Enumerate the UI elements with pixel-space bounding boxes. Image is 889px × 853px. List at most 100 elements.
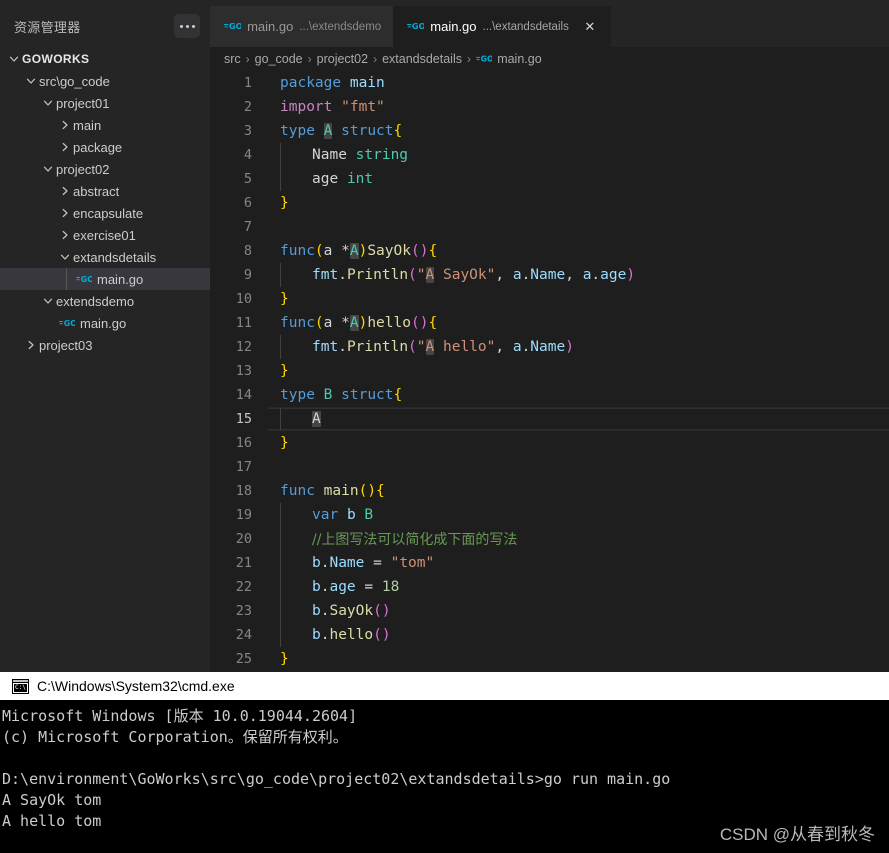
- code-token: (: [408, 339, 417, 355]
- tree-item-exercise01[interactable]: exercise01: [0, 224, 210, 246]
- svg-text:GO: GO: [80, 275, 92, 284]
- code-line[interactable]: 6}: [210, 191, 889, 215]
- code-tokens: func(a *A)hello(){: [280, 315, 437, 331]
- vscode-window: 资源管理器 GOWORKS src\go_code project01 main pac…: [0, 0, 889, 853]
- line-number: 15: [235, 411, 252, 427]
- chevron-right-icon[interactable]: [57, 117, 73, 133]
- code-line[interactable]: 20 //上图写法可以简化成下面的写法: [210, 527, 889, 551]
- chevron-right-icon[interactable]: [40, 293, 56, 309]
- tree-item-abstract[interactable]: abstract: [0, 180, 210, 202]
- code-line-content: }: [268, 647, 889, 671]
- code-line[interactable]: 14 type B struct{: [210, 383, 889, 407]
- tree-item-project03[interactable]: project03: [0, 334, 210, 356]
- code-line[interactable]: 24 b.hello(): [210, 623, 889, 647]
- tree-item-main-go[interactable]: GO main.go: [0, 268, 210, 290]
- code-line-content: [268, 215, 889, 239]
- tree-item-src-go_code[interactable]: src\go_code: [0, 70, 210, 92]
- tab-file-name: main.go: [247, 19, 294, 34]
- code-line[interactable]: 21 b.Name = "tom": [210, 551, 889, 575]
- explorer-more-actions-button[interactable]: [174, 14, 200, 38]
- code-token: struct: [341, 387, 394, 403]
- chevron-right-icon[interactable]: [57, 227, 73, 243]
- tree-item-project01[interactable]: project01: [0, 92, 210, 114]
- code-line[interactable]: 23 b.SayOk(): [210, 599, 889, 623]
- close-icon[interactable]: ✕: [581, 18, 599, 36]
- code-line-content: fmt.Println("A hello", a.Name): [268, 335, 889, 359]
- code-token: .: [521, 267, 531, 283]
- code-line[interactable]: 2 import "fmt": [210, 95, 889, 119]
- tree-item-goworks[interactable]: GOWORKS: [0, 48, 210, 70]
- breadcrumb-item[interactable]: project02: [317, 52, 368, 66]
- code-line[interactable]: 16}: [210, 431, 889, 455]
- dot-icon: [185, 24, 189, 28]
- code-token: Name: [329, 555, 365, 571]
- code-line[interactable]: 25}: [210, 647, 889, 671]
- code-token: A: [349, 315, 359, 331]
- tree-item-label: main.go: [80, 315, 127, 331]
- breadcrumb-item-label: project02: [316, 52, 369, 66]
- tree-item-extandsdetails[interactable]: extandsdetails: [0, 246, 210, 268]
- line-number: 24: [235, 627, 252, 643]
- code-line[interactable]: 11 func(a *A)hello(){: [210, 311, 889, 335]
- chevron-right-icon[interactable]: [40, 161, 56, 177]
- chevron-right-icon[interactable]: [57, 249, 73, 265]
- breadcrumb-item[interactable]: go_code: [255, 52, 303, 66]
- code-token: ): [381, 627, 391, 643]
- chevron-right-icon[interactable]: [23, 73, 39, 89]
- code-line[interactable]: 22 b.age = 18: [210, 575, 889, 599]
- code-token: b: [312, 603, 321, 619]
- breadcrumb-item[interactable]: GO main.go: [476, 52, 542, 66]
- code-line[interactable]: 18 func main(){: [210, 479, 889, 503]
- code-line[interactable]: 17: [210, 455, 889, 479]
- tree-item-package[interactable]: package: [0, 136, 210, 158]
- chevron-right-icon[interactable]: [57, 183, 73, 199]
- editor-tab-active[interactable]: GO main.go ...\extandsdetails ✕: [393, 6, 611, 47]
- chevron-right-icon[interactable]: [23, 337, 39, 353]
- code-line[interactable]: 1 package main: [210, 71, 889, 95]
- code-token: b: [312, 579, 321, 595]
- code-line[interactable]: 4 Name string: [210, 143, 889, 167]
- code-token: *: [341, 243, 350, 259]
- indent-guide: [280, 167, 281, 191]
- code-token: "tom": [390, 555, 435, 571]
- tree-item-extendsdemo[interactable]: extendsdemo: [0, 290, 210, 312]
- code-line[interactable]: 8 func(a *A)SayOk(){: [210, 239, 889, 263]
- code-line-content: var b B: [268, 503, 889, 527]
- code-token: a: [323, 315, 342, 331]
- code-line[interactable]: 13}: [210, 359, 889, 383]
- tab-bar-empty-space: [610, 6, 889, 47]
- chevron-right-icon[interactable]: [57, 139, 73, 155]
- breadcrumb-item[interactable]: extandsdetails: [382, 52, 462, 66]
- code-line[interactable]: 3 type A struct{: [210, 119, 889, 143]
- code-token: struct: [341, 123, 394, 139]
- code-token: Name: [530, 339, 566, 355]
- code-line[interactable]: 19 var b B: [210, 503, 889, 527]
- code-editor[interactable]: 1 package main 2 import "fmt" 3 type A struct…: [210, 71, 889, 672]
- breadcrumb-item[interactable]: src: [224, 52, 241, 66]
- indent-guide: [280, 599, 281, 623]
- tree-item-main[interactable]: main: [0, 114, 210, 136]
- code-line[interactable]: 5 age int: [210, 167, 889, 191]
- chevron-right-icon[interactable]: [6, 51, 22, 67]
- code-token: age: [329, 579, 356, 595]
- tree-item-project02[interactable]: project02: [0, 158, 210, 180]
- go-file-icon: GO: [476, 54, 492, 64]
- terminal-output[interactable]: Microsoft Windows [版本 10.0.19044.2604] (c…: [0, 700, 889, 832]
- code-line-content: type A struct{: [268, 119, 889, 143]
- breadcrumb-item-label: main.go: [497, 52, 542, 66]
- code-line[interactable]: 12 fmt.Println("A hello", a.Name): [210, 335, 889, 359]
- tree-item-main-go[interactable]: GO main.go: [0, 312, 210, 334]
- code-tokens: //上图写法可以简化成下面的写法: [280, 529, 517, 549]
- chevron-right-icon[interactable]: [57, 205, 73, 221]
- editor-tab-inactive[interactable]: GO main.go ...\extendsdemo: [210, 6, 394, 47]
- code-line[interactable]: 10}: [210, 287, 889, 311]
- code-line[interactable]: 9 fmt.Println("A SayOk", a.Name, a.age): [210, 263, 889, 287]
- chevron-right-icon[interactable]: [40, 95, 56, 111]
- code-token: hello: [329, 627, 374, 643]
- code-line[interactable]: 15 A: [210, 407, 889, 431]
- code-tokens: fmt.Println("A hello", a.Name): [280, 339, 574, 355]
- code-line[interactable]: 7: [210, 215, 889, 239]
- tree-item-encapsulate[interactable]: encapsulate: [0, 202, 210, 224]
